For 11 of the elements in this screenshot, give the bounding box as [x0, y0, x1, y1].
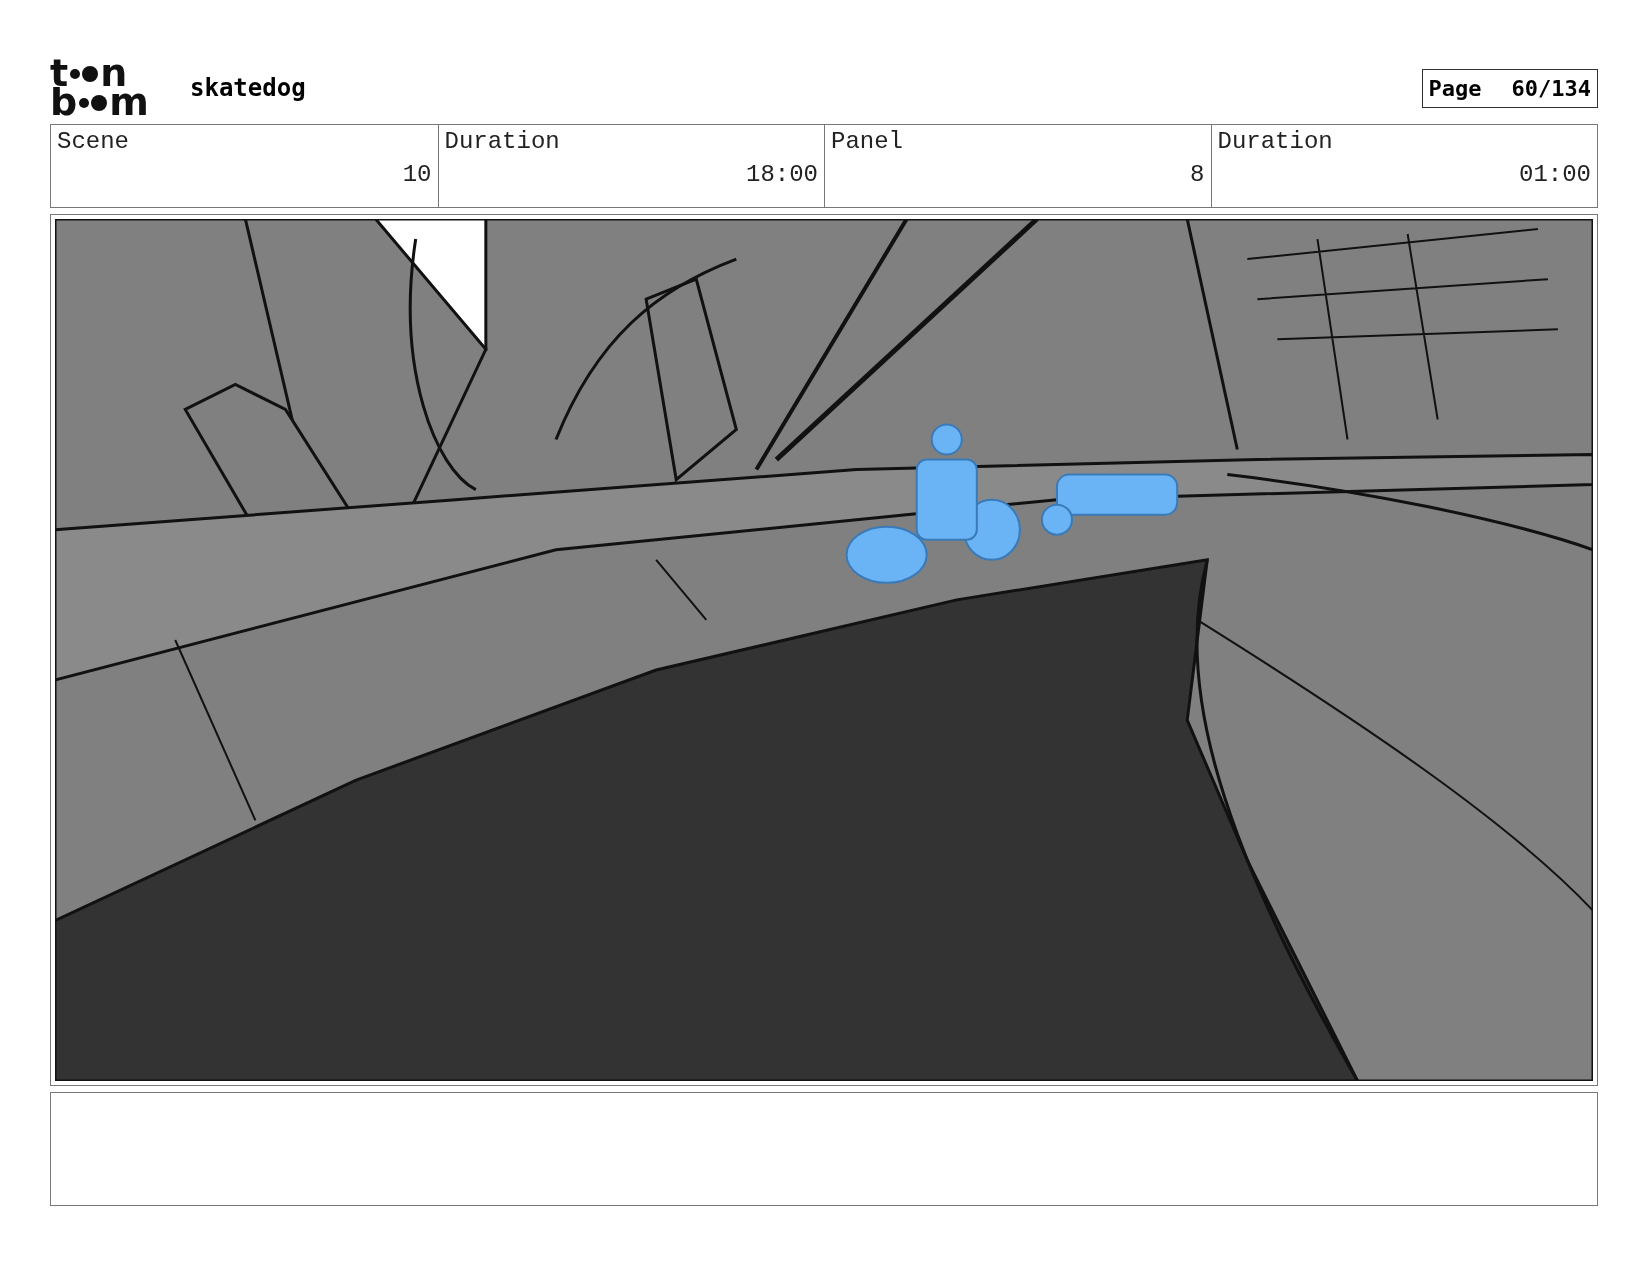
field-value: 10: [401, 161, 432, 188]
field-label: Duration: [1217, 128, 1334, 155]
page-counter: Page 60/134: [1421, 68, 1598, 108]
logo: t n b m: [50, 59, 150, 117]
field-label: Scene: [57, 128, 130, 155]
field-value: 01:00: [1518, 161, 1591, 188]
project-title: skatedog: [190, 74, 306, 102]
field-label: Panel: [831, 128, 904, 155]
field-value: 8: [1189, 161, 1205, 188]
field-label: Duration: [444, 128, 561, 155]
field-value: 18:00: [745, 161, 818, 188]
